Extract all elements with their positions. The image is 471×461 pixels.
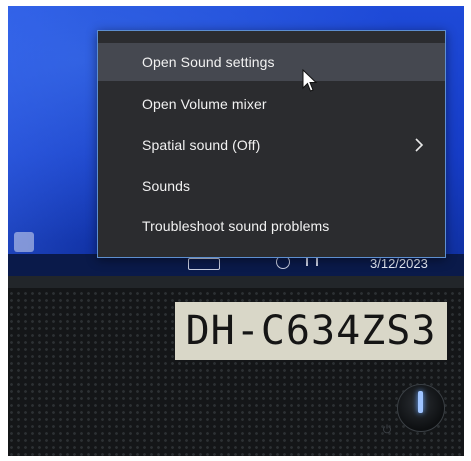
menu-item-label: Spatial sound (Off) — [142, 137, 261, 153]
menu-item-troubleshoot[interactable]: Troubleshoot sound problems — [98, 207, 445, 245]
menu-item-label: Troubleshoot sound problems — [142, 218, 330, 234]
taskbar-date[interactable]: 3/12/2023 — [370, 256, 428, 271]
desktop-icon[interactable] — [14, 232, 34, 252]
power-icon — [383, 424, 391, 434]
menu-item-label: Open Sound settings — [142, 54, 275, 70]
menu-item-label: Sounds — [142, 178, 191, 194]
monitor-bezel-edge — [8, 276, 464, 288]
tray-item-icon[interactable] — [188, 258, 220, 270]
menu-item-label: Open Volume mixer — [142, 96, 267, 112]
asset-tag-label: DH-C634ZS3 — [175, 302, 447, 360]
menu-item-open-sound-settings[interactable]: Open Sound settings — [98, 43, 445, 81]
menu-item-sounds[interactable]: Sounds — [98, 167, 445, 205]
sound-context-menu: Open Sound settings Open Volume mixer Sp… — [97, 30, 446, 258]
menu-item-spatial-sound[interactable]: Spatial sound (Off) — [98, 126, 445, 164]
menu-item-open-volume-mixer[interactable]: Open Volume mixer — [98, 85, 445, 123]
power-led — [418, 391, 423, 413]
chevron-right-icon — [415, 138, 424, 152]
photo-frame: 3/12/2023 Open Sound settings Open Volum… — [8, 6, 464, 456]
mouse-pointer-icon — [302, 69, 318, 92]
